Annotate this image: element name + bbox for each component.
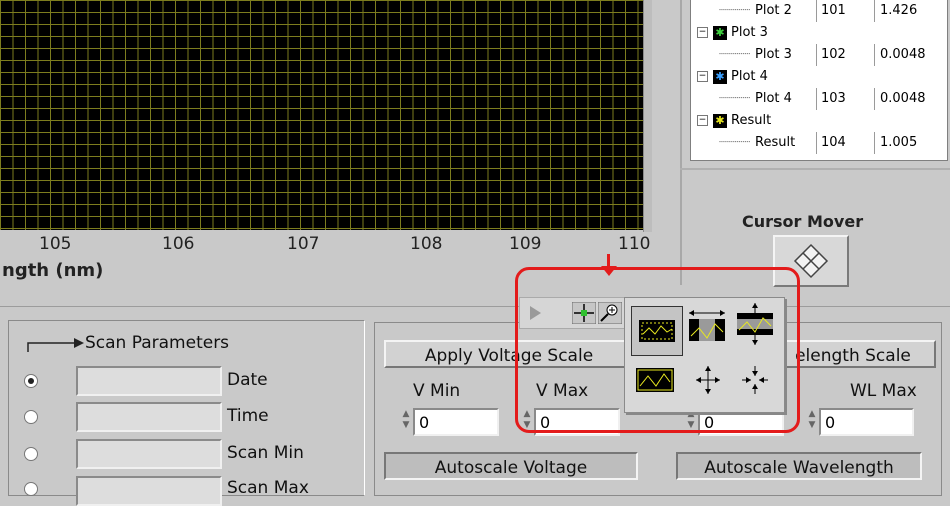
tree-line: ┈┈┈┈ — [719, 135, 751, 150]
column-divider — [874, 132, 875, 154]
tree-row[interactable]: ┈┈┈┈ Plot 2 101 1.426 — [691, 0, 947, 22]
tree-row[interactable]: ┈┈┈┈ Result 104 1.005 — [691, 132, 947, 154]
tree-row-value: 1.426 — [880, 3, 918, 18]
collapse-icon[interactable]: − — [697, 115, 708, 126]
scan-radio-date[interactable] — [24, 374, 38, 388]
x-tick: 105 — [39, 234, 72, 254]
tree-row-name: Result — [731, 113, 772, 128]
x-tick: 106 — [162, 234, 195, 254]
tree-row-id: 104 — [821, 135, 846, 150]
time-label: Time — [227, 406, 269, 426]
tree-row-id: 103 — [821, 91, 846, 106]
vmin-input[interactable]: 0 — [413, 408, 499, 436]
scan-max-label: Scan Max — [227, 478, 309, 498]
date-label: Date — [227, 370, 268, 390]
wlmax-stepper-icon[interactable]: ▲ ▼ — [807, 409, 817, 433]
wlmax-input[interactable]: 0 — [819, 408, 914, 436]
column-divider — [874, 44, 875, 66]
scan-parameters-title: Scan Parameters — [85, 333, 230, 353]
date-field[interactable] — [76, 366, 222, 396]
tree-row-id: 102 — [821, 47, 846, 62]
tree-row[interactable]: − ✱ Result — [691, 110, 947, 132]
tree-row-name: Plot 3 — [755, 47, 792, 62]
graph-frame — [643, 0, 652, 232]
tree-row[interactable]: − ✱ Plot 3 — [691, 22, 947, 44]
x-axis-label: ngth (nm) — [2, 260, 104, 281]
tree-row[interactable]: ┈┈┈┈ Plot 3 102 0.0048 — [691, 44, 947, 66]
tree-row-name: Plot 4 — [755, 91, 792, 106]
scan-max-field[interactable] — [76, 476, 222, 506]
time-field[interactable] — [76, 402, 222, 432]
tree-row-name: Plot 4 — [731, 69, 768, 84]
tree-row[interactable]: ┈┈┈┈ Plot 4 103 0.0048 — [691, 88, 947, 110]
cursor-mover-title: Cursor Mover — [742, 212, 864, 231]
vmin-stepper-icon[interactable]: ▲ ▼ — [401, 409, 411, 433]
autoscale-wavelength-button[interactable]: Autoscale Wavelength — [676, 452, 922, 480]
tree-row-name: Result — [755, 135, 796, 150]
vmin-label: V Min — [413, 381, 461, 401]
plot-color-icon: ✱ — [713, 69, 727, 84]
cursor-legend-tree[interactable]: ┈┈┈┈ Plot 2 101 1.426 − ✱ Plot 3 ┈┈┈┈ Pl… — [690, 0, 948, 161]
arrow-right-icon — [27, 338, 84, 352]
x-tick: 109 — [509, 234, 542, 254]
panel-divider — [680, 0, 682, 285]
waveform-graph-plot-area[interactable] — [0, 0, 643, 230]
column-divider — [816, 44, 817, 66]
plot-color-icon: ✱ — [713, 113, 727, 128]
annotation-highlight-box — [515, 267, 800, 433]
column-divider — [816, 88, 817, 110]
collapse-icon[interactable]: − — [697, 27, 708, 38]
x-tick: 110 — [618, 234, 651, 254]
collapse-icon[interactable]: − — [697, 71, 708, 82]
tree-row-id: 101 — [821, 3, 846, 18]
tree-row[interactable]: − ✱ Plot 4 — [691, 66, 947, 88]
scan-radio-time[interactable] — [24, 410, 38, 424]
annotation-arrow-head-icon — [601, 266, 617, 276]
tree-line: ┈┈┈┈ — [719, 3, 751, 18]
scan-min-field[interactable] — [76, 439, 222, 469]
tree-row-name: Plot 2 — [755, 3, 792, 18]
wlmax-label: WL Max — [850, 381, 917, 401]
column-divider — [816, 132, 817, 154]
panel-divider — [680, 168, 950, 170]
tree-row-value: 1.005 — [880, 135, 918, 150]
tree-row-value: 0.0048 — [880, 91, 926, 106]
tree-row-value: 0.0048 — [880, 47, 926, 62]
x-tick: 108 — [410, 234, 443, 254]
plot-color-icon: ✱ — [713, 25, 727, 40]
scan-min-label: Scan Min — [227, 443, 304, 463]
tree-line: ┈┈┈┈ — [719, 47, 751, 62]
column-divider — [874, 0, 875, 22]
column-divider — [874, 88, 875, 110]
scan-radio-scan-min[interactable] — [24, 447, 38, 461]
section-divider — [0, 306, 950, 307]
column-divider — [816, 0, 817, 22]
x-tick: 107 — [287, 234, 320, 254]
tree-line: ┈┈┈┈ — [719, 91, 751, 106]
autoscale-voltage-button[interactable]: Autoscale Voltage — [384, 452, 638, 480]
tree-row-name: Plot 3 — [731, 25, 768, 40]
